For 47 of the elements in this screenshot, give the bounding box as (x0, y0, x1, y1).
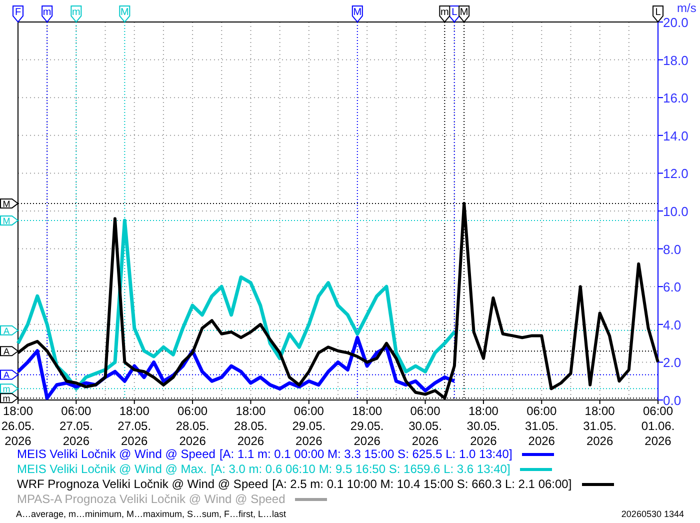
y-tick-label: 10.0 (663, 204, 688, 219)
y-tick-label: 2.0 (663, 355, 682, 370)
marker-tag: M (0, 198, 19, 209)
legend-key-note: A…average, m…minimum, M…maximum, S…sum, F…first, L…last (16, 509, 286, 519)
y-tick-label: 18.0 (663, 52, 688, 68)
y-tick-label: 6.0 (663, 280, 682, 295)
y-tick-label: 14.0 (663, 128, 688, 144)
marker-tag: L (652, 6, 664, 23)
x-tick-label: 06:00 28.05. 2026 (176, 404, 210, 447)
x-tick-label: 06:00 31.05. 2026 (524, 404, 558, 447)
x-tick-label: 06:00 29.05. 2026 (292, 404, 326, 447)
x-tick-label: 06:00 30.05. 2026 (408, 404, 442, 447)
legend-stats: [A: 1.1 m: 0.1 00:00 M: 3.3 15:00 S: 625.5 L: 1.0 13:40] (219, 447, 512, 462)
x-tick-label: 18:00 30.05. 2026 (466, 404, 500, 447)
marker-tag: m (0, 393, 19, 404)
y-tick-label: 20.0 (663, 15, 688, 30)
y-tick-label: 16.0 (663, 90, 688, 106)
marker-tag: F (12, 6, 24, 23)
legend-label: WRF Prognoza Veliki Ločnik @ Wind @ Speed (17, 477, 268, 492)
timestamp: 20260530 1344 (621, 509, 684, 519)
marker-tag: M (352, 6, 363, 23)
x-tick-label: 18:00 27.05. 2026 (118, 404, 152, 447)
legend-label: MEIS Veliki Ločnik @ Wind @ Max. (17, 462, 207, 477)
x-tick-label: 06:00 27.05. 2026 (60, 404, 93, 447)
axis-unit: m/s (677, 1, 696, 15)
marker-tag: m (439, 6, 450, 23)
marker-tag: L (448, 6, 460, 23)
x-tick-label: 18:00 31.05. 2026 (583, 404, 616, 447)
marker-tag: M (0, 215, 19, 226)
marker-tag: m (42, 6, 53, 23)
marker-tag: m (0, 384, 19, 394)
marker-tag: m (70, 6, 82, 23)
y-tick-label: 8.0 (663, 242, 682, 257)
marker-tag: A (0, 370, 19, 380)
marker-tag: A (0, 325, 19, 336)
marker-tag: M (119, 6, 130, 23)
x-tick-label: 18:00 29.05. 2026 (350, 404, 384, 447)
legend-stats: [A: 2.5 m: 0.1 10:00 M: 10.4 15:00 S: 660.3 L: 2.1 06:00] (272, 477, 572, 492)
x-tick-label: 18:00 28.05. 2026 (234, 404, 268, 447)
y-tick-label: 4.0 (663, 317, 682, 332)
x-tick-label: 18:00 26.05. 2026 (1, 404, 35, 447)
marker-tag: M (458, 6, 470, 23)
marker-tag: A (0, 346, 19, 357)
legend-stats: [A: 3.0 m: 0.6 06:10 M: 9.5 16:50 S: 1659.6 L: 3.6 13:40] (210, 462, 510, 477)
legend-label: MEIS Veliki Ločnik @ Wind @ Speed (17, 447, 216, 462)
y-tick-label: 12.0 (663, 166, 688, 182)
legend-label: MPAS-A Prognoza Veliki Ločnik @ Wind @ Speed (17, 492, 286, 507)
